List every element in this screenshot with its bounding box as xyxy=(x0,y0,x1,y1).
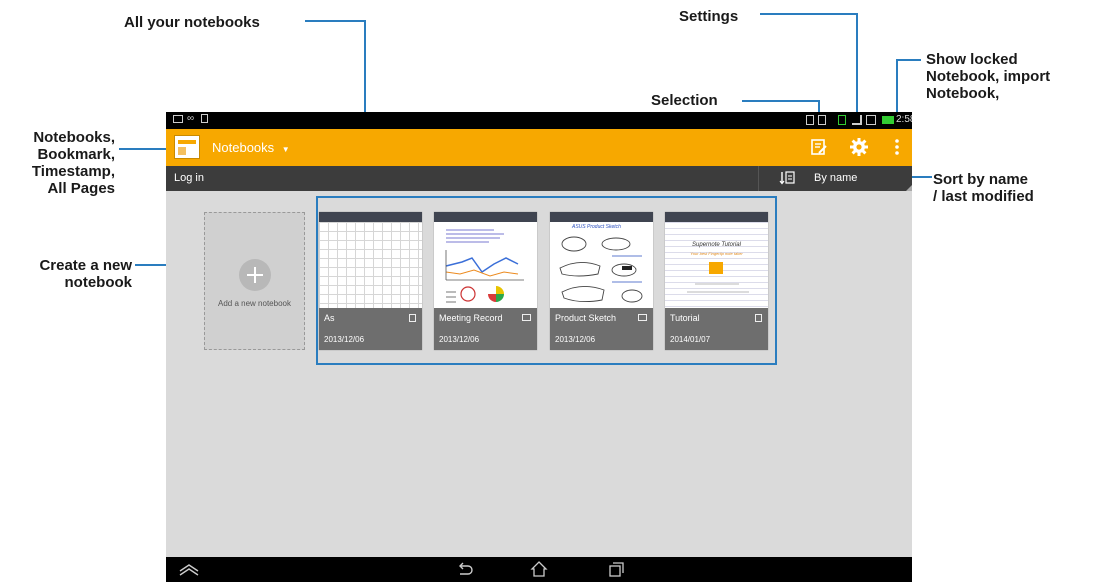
wifi-icon xyxy=(866,115,876,125)
leader-settings-h xyxy=(760,13,858,15)
selection-button[interactable] xyxy=(810,138,828,156)
notebooks-dropdown-label: Notebooks xyxy=(212,140,275,155)
callout-selection: Selection xyxy=(651,92,718,109)
logo-stripe xyxy=(178,140,196,144)
callout-create-line1: Create a new xyxy=(39,257,132,274)
sort-icon xyxy=(779,171,795,185)
settings-button[interactable] xyxy=(849,137,869,157)
add-notebook-tile[interactable]: Add a new notebook xyxy=(204,212,305,350)
callout-notebooks-menu-line1: Notebooks, xyxy=(33,129,115,146)
add-notebook-label: Add a new notebook xyxy=(218,299,291,308)
login-link[interactable]: Log in xyxy=(174,172,204,184)
leader-selection-h xyxy=(742,100,820,102)
voicemail-icon: ∞ xyxy=(187,113,195,124)
back-icon[interactable] xyxy=(456,562,474,578)
callout-show-locked-line2: Notebook, import xyxy=(926,68,1051,85)
battery-saver-icon xyxy=(838,115,846,125)
gallery-icon xyxy=(173,115,183,123)
callout-notebooks-menu: Notebooks, Bookmark, Timestamp, All Page… xyxy=(8,129,115,197)
vibrate-icon xyxy=(806,115,814,125)
leader-notebooks-menu-h xyxy=(119,148,172,150)
dropdown-arrow-icon: ▼ xyxy=(281,145,290,154)
callout-show-locked: Show locked Notebook, import Notebook, xyxy=(926,51,1050,102)
notebooks-highlight-frame xyxy=(316,196,777,365)
recent-apps-icon[interactable] xyxy=(607,561,625,579)
callout-show-locked-line1: Show locked xyxy=(926,51,1018,68)
action-bar: Notebooks ▼ xyxy=(166,129,912,166)
selection-icon xyxy=(811,139,827,155)
sort-label: By name xyxy=(814,172,858,184)
callout-show-locked-line3: Notebook, xyxy=(926,85,1000,102)
navigation-bar xyxy=(166,557,912,582)
callout-sort-line2: / last modified xyxy=(933,188,1034,205)
gear-icon xyxy=(850,138,868,156)
callout-notebooks-menu-line2: Bookmark, xyxy=(37,146,115,163)
callout-create-line2: notebook xyxy=(64,274,133,291)
callout-sort-line1: Sort by name xyxy=(933,171,1029,188)
screenshot-icon xyxy=(818,115,826,125)
overflow-menu-button[interactable] xyxy=(893,138,901,156)
dropdown-corner-icon xyxy=(906,185,912,191)
callout-settings: Settings xyxy=(679,8,739,25)
notebooks-dropdown[interactable]: Notebooks ▼ xyxy=(212,140,290,155)
callout-sort: Sort by name / last modified xyxy=(933,171,1034,205)
callout-create: Create a new notebook xyxy=(10,257,132,291)
add-icon xyxy=(239,259,271,291)
leader-show-locked-h xyxy=(897,59,921,61)
more-vert-icon xyxy=(895,139,899,155)
signal-icon xyxy=(852,115,862,125)
sd-card-icon xyxy=(201,114,208,123)
battery-icon xyxy=(882,116,894,124)
sort-dropdown[interactable]: By name xyxy=(759,166,912,191)
leader-all-notebooks-h xyxy=(305,20,366,22)
logo-block xyxy=(178,147,186,155)
callout-notebooks-menu-line3: Timestamp, xyxy=(31,163,115,180)
app-logo-icon[interactable] xyxy=(174,135,200,159)
callout-notebooks-menu-line4: All Pages xyxy=(47,180,115,197)
callout-all-notebooks: All your notebooks xyxy=(124,14,260,31)
sub-bar: Log in By name xyxy=(166,166,912,191)
status-bar: ∞ 2:58 xyxy=(166,112,912,129)
home-icon[interactable] xyxy=(530,560,548,578)
app-drawer-icon[interactable] xyxy=(178,563,200,577)
add-icon-v xyxy=(254,267,256,283)
clock: 2:58 xyxy=(896,114,912,125)
